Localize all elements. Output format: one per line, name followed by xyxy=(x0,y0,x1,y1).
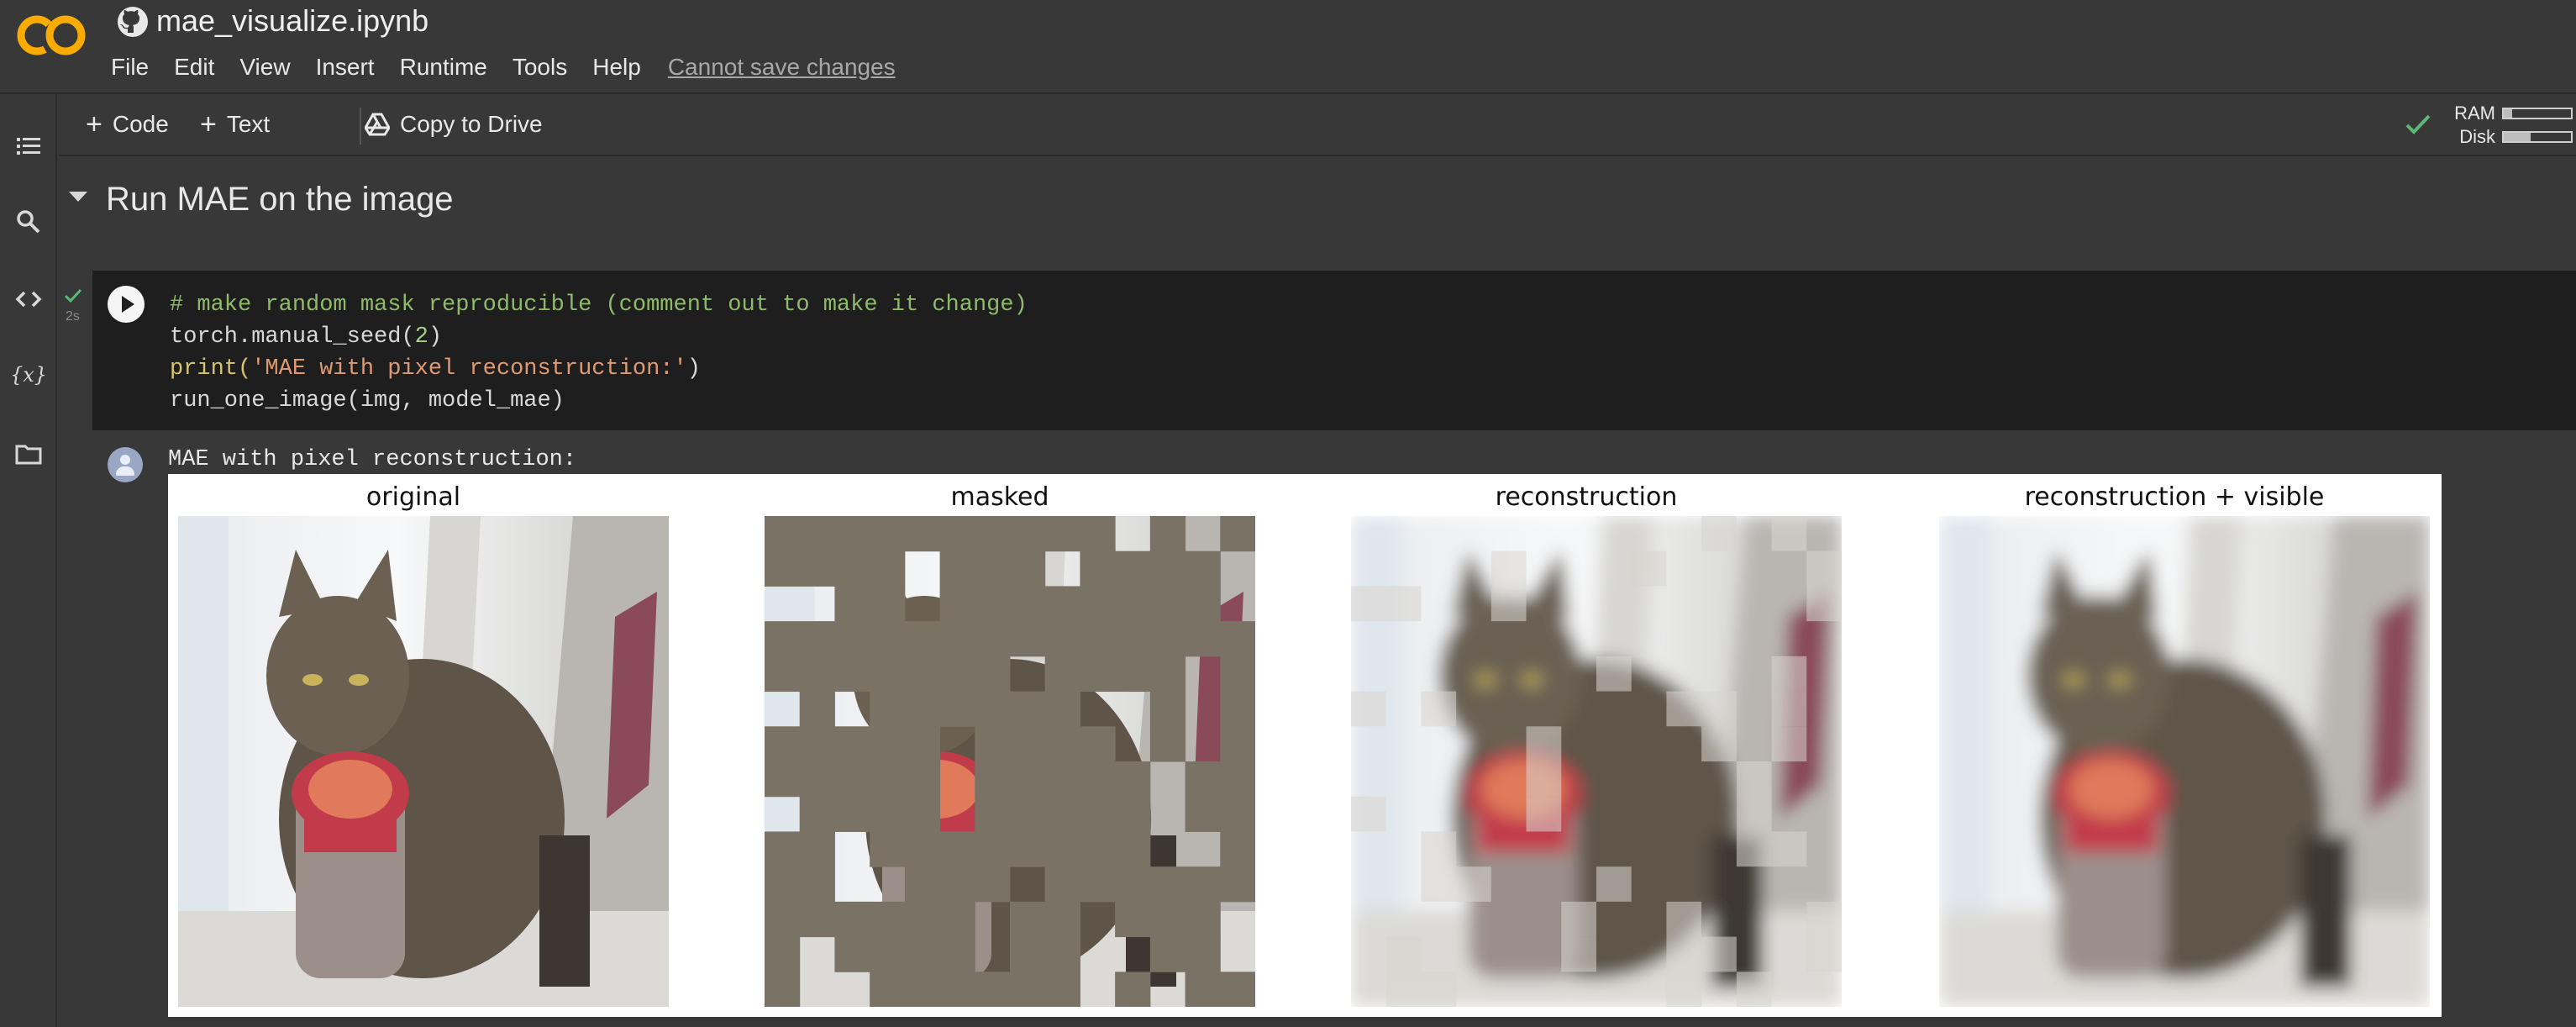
variables-icon: {x} xyxy=(12,363,45,387)
image-reconstruction xyxy=(1351,516,1842,1007)
add-code-button[interactable]: + Code xyxy=(86,108,169,141)
variables-button[interactable]: {x} xyxy=(8,355,49,395)
code-line-2: torch.manual_seed(2) xyxy=(170,324,443,350)
cell-success-check-icon xyxy=(64,288,82,303)
output-text: MAE with pixel reconstruction: xyxy=(168,447,577,472)
ram-bar xyxy=(2502,108,2573,119)
resources-indicator[interactable]: RAM Disk xyxy=(2405,103,2573,150)
menu-help[interactable]: Help xyxy=(592,50,641,84)
menu-insert[interactable]: Insert xyxy=(316,50,375,84)
cell-exec-time: 2s xyxy=(66,309,80,324)
menu-tools[interactable]: Tools xyxy=(513,50,567,84)
collapse-caret-icon[interactable] xyxy=(69,192,87,202)
notebook-toolbar: + Code + Text Copy to Drive RAM Disk xyxy=(59,94,2576,156)
panel-title-reconstruction: reconstruction xyxy=(1495,482,1678,512)
output-avatar-icon[interactable] xyxy=(108,447,143,482)
save-status-link[interactable]: Cannot save changes xyxy=(668,50,896,84)
code-snippets-button[interactable] xyxy=(8,279,49,319)
code-cell[interactable]: # make random mask reproducible (comment… xyxy=(92,271,2576,430)
notebook-title[interactable]: mae_visualize.ipynb xyxy=(156,2,428,40)
find-button[interactable] xyxy=(8,202,49,242)
svg-text:{x}: {x} xyxy=(12,363,45,387)
code-line-1: # make random mask reproducible (comment… xyxy=(170,292,1028,318)
panel-reconstruction: reconstruction xyxy=(1341,474,1842,1017)
section-title: Run MAE on the image xyxy=(106,181,454,218)
disk-label: Disk xyxy=(2459,126,2495,147)
code-line-3: print('MAE with pixel reconstruction:') xyxy=(170,356,701,382)
menu-file[interactable]: File xyxy=(111,50,149,84)
plus-icon: + xyxy=(86,108,103,140)
add-code-label: Code xyxy=(112,111,169,137)
files-button[interactable] xyxy=(8,434,49,474)
panel-title-masked: masked xyxy=(950,482,1049,512)
drive-icon xyxy=(365,113,390,136)
code-editor[interactable]: # make random mask reproducible (comment… xyxy=(170,289,1028,417)
table-of-contents-button[interactable] xyxy=(8,126,49,166)
add-text-label: Text xyxy=(226,111,271,137)
menu-view[interactable]: View xyxy=(239,50,290,84)
run-cell-button[interactable] xyxy=(108,286,145,323)
connected-check-icon xyxy=(2405,114,2431,134)
code-line-4: run_one_image(img, model_mae) xyxy=(170,388,565,413)
panel-original: original xyxy=(168,474,669,1017)
image-masked xyxy=(765,516,1255,1007)
github-icon xyxy=(118,7,148,37)
image-original xyxy=(178,516,669,1007)
menu-edit[interactable]: Edit xyxy=(174,50,214,84)
app-header: mae_visualize.ipynb File Edit View Inser… xyxy=(0,0,2576,94)
disk-bar-fill xyxy=(2504,133,2531,141)
code-icon xyxy=(15,291,42,308)
panel-title-reconstruction-visible: reconstruction + visible xyxy=(2024,482,2325,512)
menu-runtime[interactable]: Runtime xyxy=(400,50,487,84)
panel-reconstruction-visible: reconstruction + visible xyxy=(1929,474,2430,1017)
copy-to-drive-label: Copy to Drive xyxy=(400,111,543,137)
colab-logo[interactable] xyxy=(15,12,87,59)
image-reconstruction-visible xyxy=(1939,516,2430,1007)
panel-title-original: original xyxy=(365,482,461,512)
folder-icon xyxy=(15,445,42,465)
list-icon xyxy=(17,138,40,155)
menu-bar: File Edit View Insert Runtime Tools Help… xyxy=(111,50,921,84)
output-figure: original masked reconstruction reconstru… xyxy=(168,474,2442,1017)
plus-icon: + xyxy=(200,108,217,140)
ram-bar-fill xyxy=(2504,109,2512,118)
search-icon xyxy=(17,210,40,234)
left-sidebar: {x} xyxy=(0,94,57,1027)
ram-label: RAM xyxy=(2454,103,2495,124)
section-heading: Run MAE on the image xyxy=(59,168,1235,230)
copy-to-drive-button[interactable]: Copy to Drive xyxy=(334,108,543,141)
add-text-button[interactable]: + Text xyxy=(200,108,270,141)
disk-bar xyxy=(2502,131,2573,143)
panel-masked: masked xyxy=(754,474,1255,1017)
